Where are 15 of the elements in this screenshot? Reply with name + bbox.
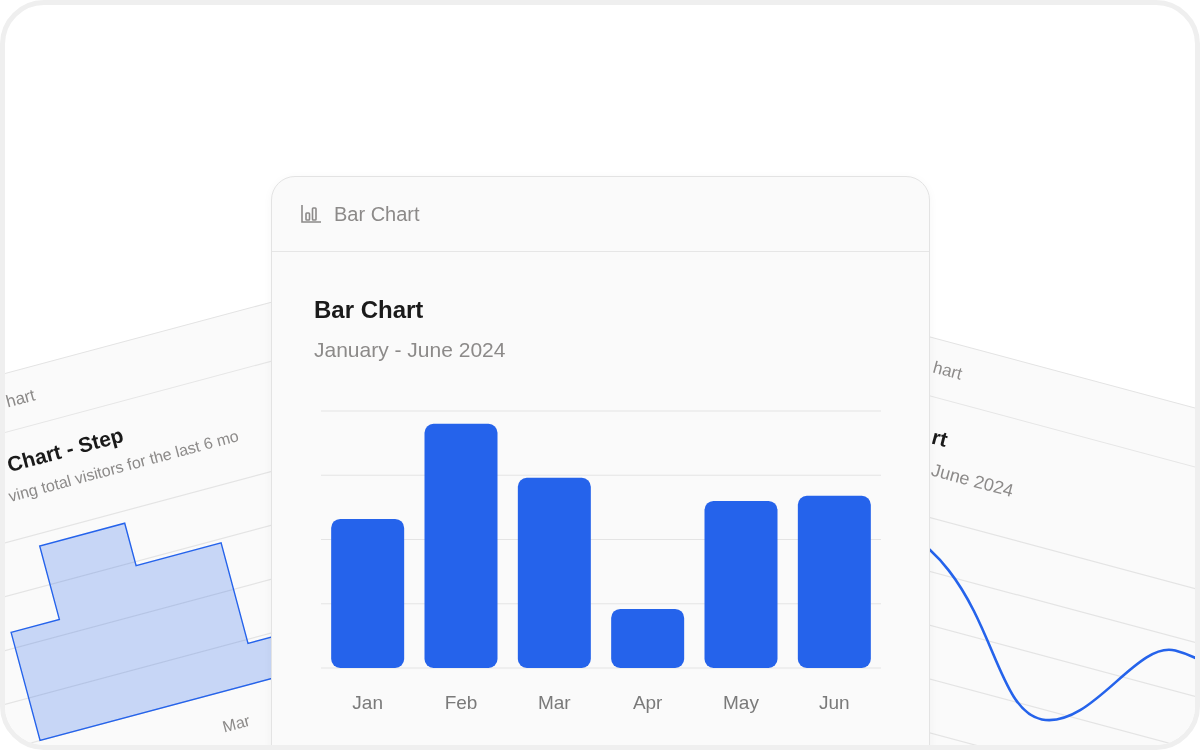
- card-subtitle: June 2024: [928, 459, 1016, 502]
- card-header-title: Bar Chart: [334, 202, 420, 226]
- axis-label: Jan: [352, 692, 383, 713]
- card-title: rt: [929, 424, 951, 452]
- bar-chart-icon: [300, 204, 322, 224]
- axis-label: Jun: [819, 692, 850, 713]
- card-title: Bar Chart: [314, 296, 424, 324]
- axis-label: Feb: [444, 692, 478, 713]
- axis-label: May: [723, 692, 759, 713]
- card-header-title: hart: [5, 385, 38, 413]
- card-header-title: hart: [930, 357, 965, 385]
- axis-label: Apr: [632, 692, 663, 713]
- card-subtitle: January - June 2024: [314, 338, 506, 362]
- axis-label: Mar: [537, 692, 571, 713]
- axis-label: Mar: [220, 711, 252, 736]
